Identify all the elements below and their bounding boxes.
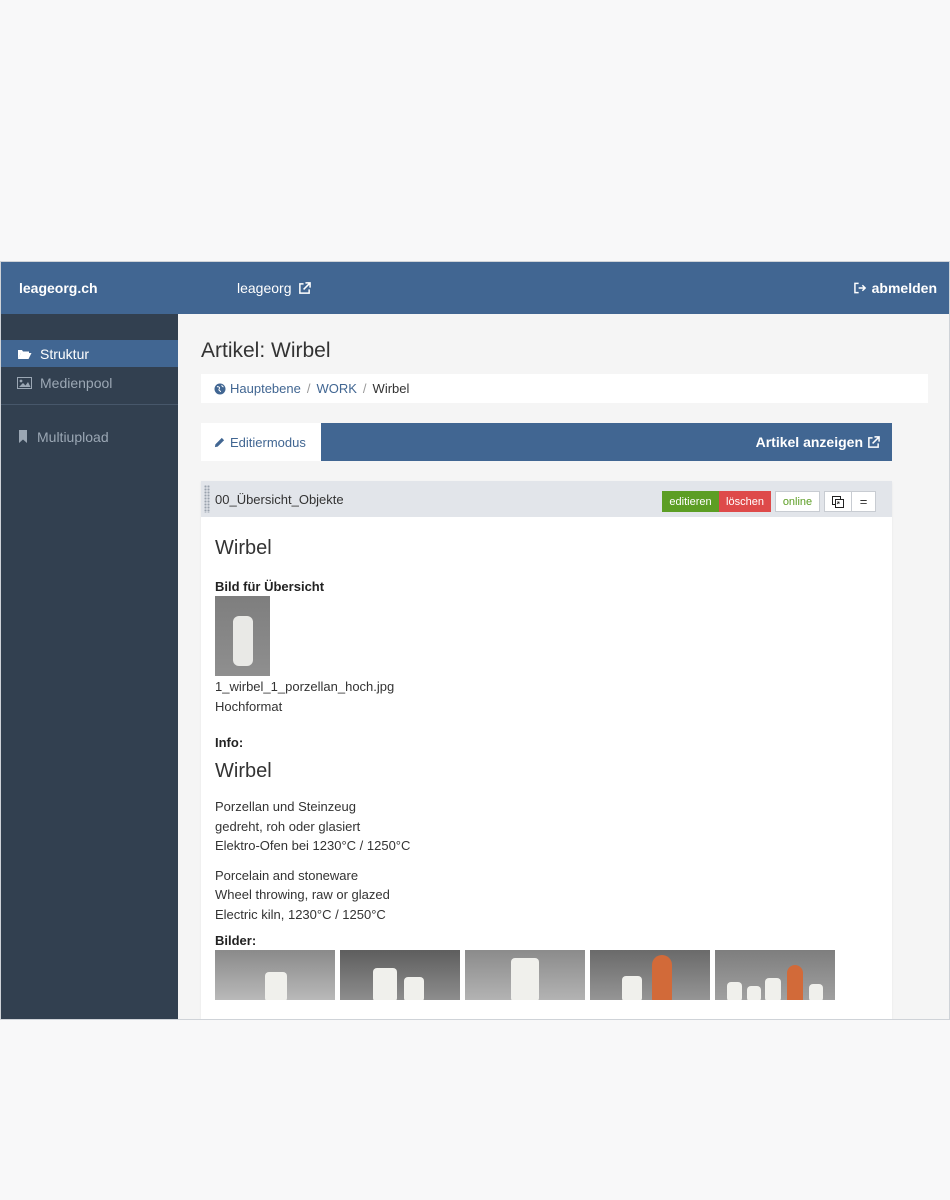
view-article-link[interactable]: Artikel anzeigen xyxy=(756,434,880,450)
edit-button[interactable]: editieren xyxy=(662,491,719,512)
image-icon xyxy=(17,376,32,389)
app-window: leageorg.ch leageorg abmelden Struktur M… xyxy=(0,261,950,1020)
pencil-icon xyxy=(214,437,225,447)
slice-title: 00_Übersicht_Objekte xyxy=(215,492,344,507)
breadcrumb-separator: / xyxy=(362,381,367,396)
drag-handle-icon[interactable] xyxy=(204,485,210,513)
text-en: Porcelain and stoneware Wheel throwing, … xyxy=(215,866,878,925)
site-link-label: leageorg xyxy=(237,280,292,296)
bookmark-icon xyxy=(19,430,27,443)
breadcrumb-separator: / xyxy=(306,381,311,396)
sidebar-item-label: Medienpool xyxy=(40,374,113,391)
vase-shape xyxy=(747,986,761,1000)
edit-tabs-bar: Editiermodus Artikel anzeigen xyxy=(201,423,892,461)
logout-link[interactable]: abmelden xyxy=(853,280,937,296)
view-article-label: Artikel anzeigen xyxy=(755,434,863,450)
sidebar-item-multiupload[interactable]: Multiupload xyxy=(1,423,178,450)
breadcrumb-current: Wirbel xyxy=(372,381,410,396)
overview-image-label: Bild für Übersicht xyxy=(215,579,325,594)
sidebar-item-label: Struktur xyxy=(40,345,90,362)
sidebar-item-medienpool[interactable]: Medienpool xyxy=(1,369,178,396)
sidebar-item-struktur[interactable]: Struktur xyxy=(1,340,178,367)
image-gallery xyxy=(215,950,878,1000)
breadcrumb-work[interactable]: WORK xyxy=(316,381,356,396)
gallery-image[interactable] xyxy=(340,950,460,1000)
vase-shape xyxy=(404,977,424,1000)
content-slice: 00_Übersicht_Objekte editieren löschen o… xyxy=(201,481,892,1019)
sidebar-divider xyxy=(1,404,178,405)
logout-label: abmelden xyxy=(871,280,937,296)
vase-shape xyxy=(373,968,397,1000)
text-line: gedreht, roh oder glasiert xyxy=(215,818,361,834)
vase-shape xyxy=(622,976,642,1000)
vase-shape xyxy=(233,616,253,666)
gallery-image[interactable] xyxy=(590,950,710,1000)
gallery-image[interactable] xyxy=(465,950,585,1000)
slice-content: Wirbel Bild für Übersicht 1_wirbel_1_por… xyxy=(215,537,878,1000)
breadcrumb-hauptebene[interactable]: Hauptebene xyxy=(230,381,301,396)
text-line: Porzellan und Steinzeug xyxy=(215,799,356,814)
sidebar-item-label: Multiupload xyxy=(37,428,109,445)
copy-icon xyxy=(832,495,844,508)
gallery-image[interactable] xyxy=(715,950,835,1000)
image-format: Hochformat xyxy=(215,698,283,714)
text-line: Porcelain and stoneware xyxy=(215,867,359,883)
slice-heading: Wirbel xyxy=(215,537,272,559)
move-button[interactable]: = xyxy=(851,491,876,512)
images-label: Bilder: xyxy=(215,933,257,948)
vase-shape xyxy=(809,984,823,1000)
slice-header: 00_Übersicht_Objekte editieren löschen o… xyxy=(201,481,892,517)
top-navbar: leageorg.ch leageorg abmelden xyxy=(1,262,949,314)
text-line: Electric kiln, 1230°C / 1250°C xyxy=(215,906,386,922)
breadcrumb: Hauptebene / WORK / Wirbel xyxy=(201,374,928,403)
text-line: Elektro-Ofen bei 1230°C / 1250°C xyxy=(215,838,411,853)
site-link[interactable]: leageorg xyxy=(237,280,311,296)
sign-out-icon xyxy=(853,282,866,294)
image-filename: 1_wirbel_1_porzellan_hoch.jpg xyxy=(215,679,395,694)
tab-label: Editiermodus xyxy=(230,434,306,450)
main-content: Artikel: Wirbel Hauptebene / WORK / Wirb… xyxy=(178,314,949,1019)
vase-shape xyxy=(265,972,287,1000)
vase-shape xyxy=(727,982,742,1000)
vase-shape xyxy=(787,965,803,1000)
status-online-button[interactable]: online xyxy=(775,491,820,512)
vase-shape xyxy=(652,955,672,1000)
info-label: Info: xyxy=(215,735,244,750)
external-link-icon xyxy=(868,435,880,448)
sidebar: Struktur Medienpool Multiupload xyxy=(1,314,178,1019)
brand-link[interactable]: leageorg.ch xyxy=(19,280,98,296)
external-link-icon xyxy=(298,281,311,294)
globe-icon xyxy=(214,383,226,394)
text-line: Wheel throwing, raw or glazed xyxy=(215,887,390,902)
vase-shape xyxy=(511,958,539,1000)
delete-button[interactable]: löschen xyxy=(719,491,771,512)
page-title: Artikel: Wirbel xyxy=(201,339,331,362)
info-heading: Wirbel xyxy=(215,760,272,782)
folder-open-icon xyxy=(18,349,32,359)
vase-shape xyxy=(765,978,781,1000)
gallery-image[interactable] xyxy=(215,950,335,1000)
text-de: Porzellan und Steinzeug gedreht, roh ode… xyxy=(215,797,878,856)
tab-editiermodus[interactable]: Editiermodus xyxy=(201,423,321,461)
overview-image-thumbnail[interactable] xyxy=(215,596,270,676)
copy-button[interactable] xyxy=(824,491,852,512)
